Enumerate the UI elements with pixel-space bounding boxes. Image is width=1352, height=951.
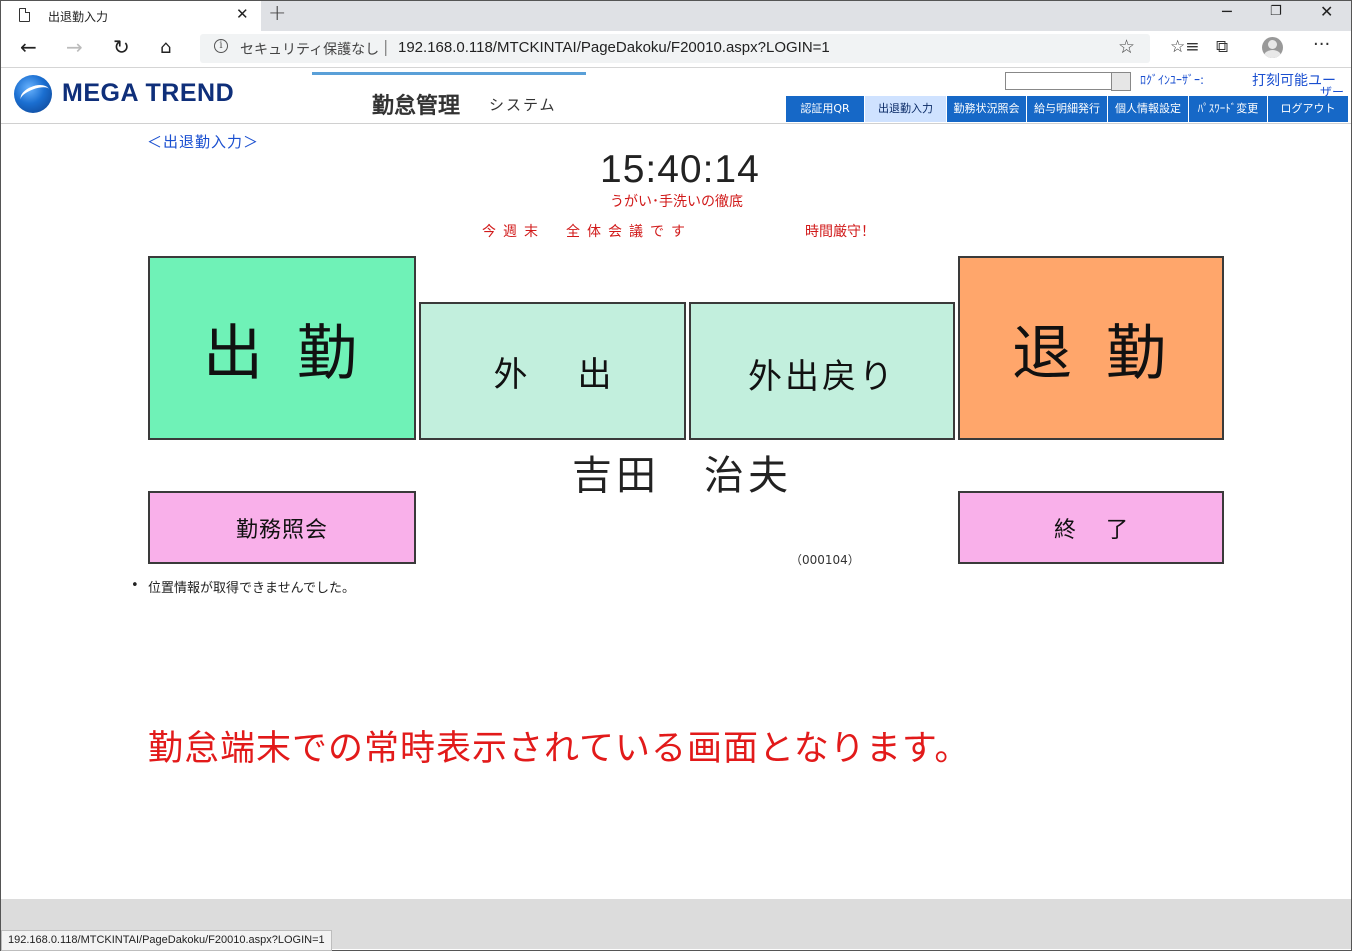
menu-item-logout[interactable]: ログアウト [1268, 96, 1348, 122]
login-input-button[interactable] [1111, 72, 1131, 91]
security-label[interactable]: セキュリティ保護なし [240, 39, 379, 59]
tab-title: 出退勤入力 [48, 10, 109, 24]
menu-item-payslip[interactable]: 給与明細発行 [1027, 96, 1108, 122]
menu-item-auth-qr[interactable]: 認証用QR [786, 96, 865, 122]
employee-code: （000104） [790, 553, 860, 567]
forward-icon[interactable]: → [66, 35, 83, 59]
clock-out-button[interactable]: 退勤 [958, 256, 1224, 440]
go-out-button[interactable]: 外出 [419, 302, 686, 440]
menu-item-work-status[interactable]: 勤務状況照会 [947, 96, 1027, 122]
clock-display: 15:40:14 [600, 148, 760, 191]
more-menu-icon[interactable]: ··· [1313, 34, 1330, 55]
bullet-icon: • [131, 578, 139, 593]
login-user-label: ﾛｸﾞｲﾝﾕｰｻﾞｰ: [1140, 73, 1205, 87]
return-button[interactable]: 外出戻り [689, 302, 955, 440]
menu-item-password[interactable]: ﾊﾟｽﾜｰﾄﾞ変更 [1189, 96, 1268, 122]
menu-item-clock-entry[interactable]: 出退勤入力 [865, 96, 947, 122]
header-divider [1, 123, 1351, 124]
page-title: ＜出退勤入力＞ [147, 133, 260, 151]
close-window-icon[interactable]: ✕ [1320, 2, 1333, 21]
company-logo-text: MEGA TREND [62, 79, 235, 107]
back-icon[interactable]: ← [20, 35, 37, 59]
annotation-caption: 勤怠端末での常時表示されている画面となります。 [148, 729, 971, 769]
work-inquiry-button[interactable]: 勤務照会 [148, 491, 416, 564]
notice-message-3: 時間厳守！ [805, 224, 875, 240]
favorite-star-icon[interactable]: ☆ [1118, 36, 1135, 58]
info-icon[interactable]: i [214, 39, 228, 53]
clock-in-button[interactable]: 出勤 [148, 256, 416, 440]
menu-item-personal-info[interactable]: 個人情報設定 [1108, 96, 1189, 122]
new-tab-icon[interactable]: + [268, 1, 286, 26]
address-separator: | [383, 37, 389, 56]
system-title: 勤怠管理 [372, 94, 461, 119]
url-text[interactable]: 192.168.0.118/MTCKINTAI/PageDakoku/F2001… [398, 39, 830, 56]
profile-avatar-icon[interactable] [1262, 37, 1283, 58]
favorites-list-icon[interactable]: ☆≡ [1170, 37, 1199, 57]
home-icon[interactable]: ⌂ [160, 37, 171, 58]
main-menu: 認証用QR 出退勤入力 勤務状況照会 給与明細発行 個人情報設定 ﾊﾟｽﾜｰﾄﾞ… [786, 96, 1348, 122]
tab-close-icon[interactable]: ✕ [236, 5, 249, 23]
refresh-icon[interactable]: ↻ [113, 35, 130, 59]
minimize-icon[interactable]: ─ [1222, 2, 1232, 21]
notice-message-2: 今週末 全体会議です [482, 224, 692, 240]
system-subtitle: システム [489, 96, 557, 114]
status-url: 192.168.0.118/MTCKINTAI/PageDakoku/F2001… [1, 930, 332, 951]
end-button[interactable]: 終了 [958, 491, 1224, 564]
collections-icon[interactable]: ⧉ [1216, 37, 1228, 57]
title-accent-line [312, 72, 586, 75]
login-input[interactable] [1005, 72, 1112, 90]
employee-name: 吉田 治夫 [572, 453, 792, 499]
restore-icon[interactable]: ❐ [1270, 4, 1282, 19]
location-error-message: 位置情報が取得できませんでした。 [148, 581, 355, 596]
browser-tab[interactable] [1, 1, 261, 31]
page-icon [19, 8, 30, 22]
notice-message-1: うがい･手洗いの徹底 [610, 194, 743, 210]
